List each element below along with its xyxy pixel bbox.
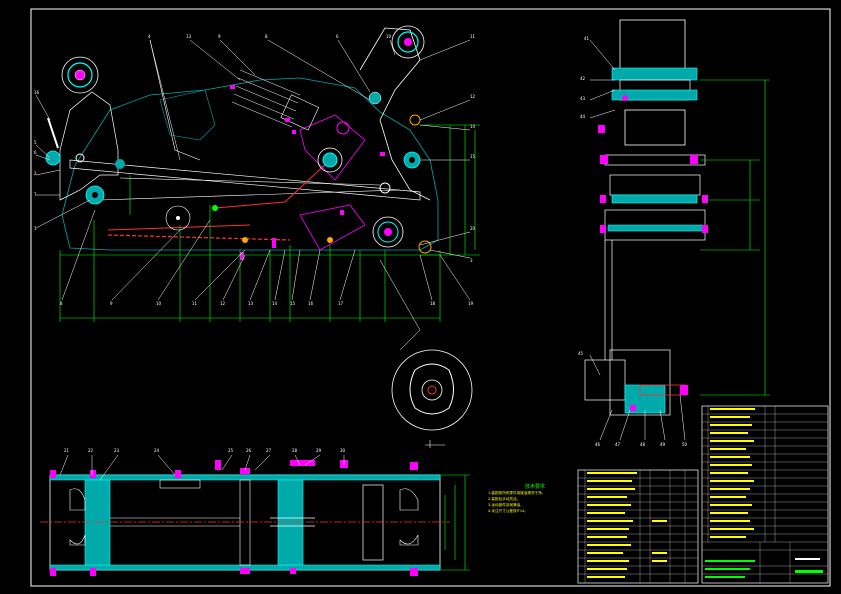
notes-title: 技术要求 [525,484,546,490]
svg-text:14: 14 [470,124,476,129]
svg-text:9: 9 [218,34,221,39]
outer-frame [30,8,831,587]
svg-text:43: 43 [580,96,586,101]
svg-text:4: 4 [148,34,151,39]
svg-text:12: 12 [470,94,476,99]
title-block [701,405,829,584]
svg-text:10: 10 [386,34,392,39]
svg-text:15: 15 [470,154,476,159]
svg-text:50: 50 [682,442,688,447]
engineering-drawing: 4 13 9 8 6 10 11 12 14 15 20 3 16 5 6 2 … [30,8,831,587]
svg-text:1: 1 [34,226,37,231]
svg-text:11: 11 [192,301,198,306]
svg-text:29: 29 [316,448,322,453]
parts-list [577,469,699,584]
svg-text:9: 9 [110,301,113,306]
svg-text:8: 8 [265,34,268,39]
roller-left-upper [45,150,61,166]
side-view: 41 42 43 44 45 46 47 48 49 50 [578,19,770,447]
svg-text:44: 44 [580,114,586,119]
roller-right-mid [403,151,421,169]
svg-text:12: 12 [220,301,226,306]
svg-text:28: 28 [292,448,298,453]
svg-text:41: 41 [584,36,590,41]
svg-text:42: 42 [580,76,586,81]
detail-wheel-view [391,349,473,448]
technical-notes: 1.装配前所有零件用煤油清洗干净， 2.装配后手动灵活， 3.运动部件涂润滑油，… [488,490,578,514]
svg-text:3: 3 [470,258,473,263]
svg-text:27: 27 [266,448,272,453]
roller-left [85,185,105,205]
note-line: 4.未注尺寸公差按IT14。 [488,509,529,513]
svg-text:6: 6 [336,34,339,39]
svg-text:49: 49 [660,442,666,447]
svg-text:48: 48 [640,442,646,447]
svg-text:45: 45 [578,351,584,356]
svg-text:2: 2 [34,171,37,176]
svg-text:21: 21 [64,448,70,453]
svg-text:10: 10 [156,301,162,306]
svg-text:26: 26 [246,448,252,453]
svg-text:8: 8 [60,301,63,306]
bearing-right [372,216,404,248]
wheel-top-right [391,25,425,59]
svg-text:22: 22 [88,448,94,453]
svg-text:15: 15 [290,301,296,306]
svg-text:13: 13 [248,301,254,306]
svg-text:11: 11 [470,34,476,39]
svg-text:5: 5 [34,140,37,145]
svg-text:19: 19 [468,301,474,306]
svg-text:16: 16 [308,301,314,306]
main-elevation-view: 4 13 9 8 6 10 11 12 14 15 20 3 16 5 6 2 … [34,25,480,351]
roller-center [317,147,343,173]
svg-text:20: 20 [470,226,476,231]
svg-text:18: 18 [430,301,436,306]
svg-text:13: 13 [186,34,192,39]
svg-text:30: 30 [340,448,346,453]
svg-text:17: 17 [338,301,344,306]
bottom-section-view: 21 22 23 24 25 26 27 28 29 30 [40,448,470,576]
svg-text:6: 6 [34,150,37,155]
wheel-top-left [61,56,99,94]
svg-text:7: 7 [34,192,37,197]
svg-text:25: 25 [228,448,234,453]
svg-text:14: 14 [272,301,278,306]
svg-text:46: 46 [595,442,601,447]
svg-text:23: 23 [114,448,120,453]
svg-text:16: 16 [34,90,40,95]
svg-text:47: 47 [615,442,621,447]
svg-text:24: 24 [154,448,160,453]
